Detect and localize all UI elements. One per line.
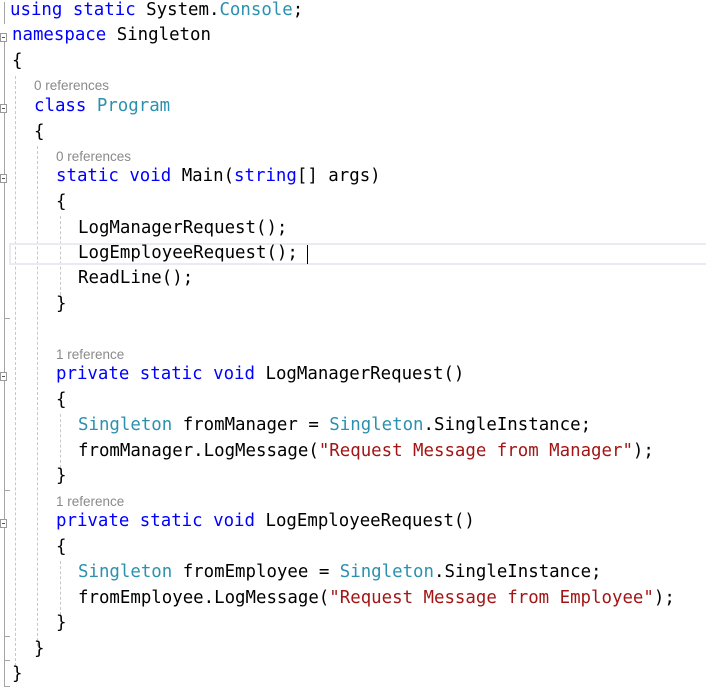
codelens-references[interactable]: 1 reference [56,494,124,509]
brace: } [56,466,67,486]
collapse-main-icon[interactable] [0,174,7,183]
keyword: static [139,364,203,384]
codelens-references[interactable]: 1 reference [56,347,124,362]
code-line-brace[interactable]: } [56,294,706,314]
code-line-assignment[interactable]: Singleton fromManager = Singleton.Single… [78,415,706,435]
code-line-method-signature[interactable]: private static void LogManagerRequest() [56,364,706,384]
outline-bar [4,2,5,24]
string-literal: "Request Message from Manager" [318,441,633,461]
code-line-call[interactable]: fromEmployee.LogMessage("Request Message… [78,588,706,608]
params: [] args) [296,166,381,186]
namespace-name: Singleton [116,25,211,45]
outline-bar [4,42,5,686]
punct: ; [292,0,304,20]
collapse-class-icon[interactable] [0,104,7,113]
class-name: Program [96,96,171,116]
outline-end [4,490,10,491]
brace: } [12,664,23,684]
brace: { [56,390,67,410]
indent-guide [60,561,61,615]
keyword: using [10,0,63,20]
code-line-call[interactable]: LogManagerRequest(); [78,218,706,238]
type-name: Singleton [339,562,434,582]
method-call: fromEmployee.LogMessage( [78,588,330,608]
code-line-class[interactable]: class Program [34,96,706,116]
statement: LogManagerRequest(); [78,218,288,238]
brace: { [12,51,23,71]
keyword: string [234,166,297,186]
member-access: .SingleInstance; [434,562,602,582]
type-name: Console [219,0,293,20]
namespace-text: System. [146,0,220,20]
brace: { [56,192,67,212]
code-line-brace[interactable]: } [56,613,706,633]
statement: LogEmployeeRequest(); [78,243,298,263]
brace: } [34,639,45,659]
method-name: LogEmployeeRequest() [265,511,475,531]
outline-end [4,660,10,661]
code-line-main-signature[interactable]: static void Main(string[] args) [56,166,706,186]
code-line-call[interactable]: fromManager.LogMessage("Request Message … [78,441,706,461]
code-line-call[interactable]: ReadLine(); [78,268,706,288]
code-line-call[interactable]: LogEmployeeRequest(); [78,243,706,263]
keyword: class [34,96,87,116]
code-line-brace[interactable]: { [56,537,706,557]
member-access: .SingleInstance; [423,415,592,435]
code-line-brace[interactable]: } [56,466,706,486]
collapse-namespace-icon[interactable] [0,33,7,42]
code-line-brace[interactable]: { [34,122,706,142]
outline-end [4,318,10,319]
variable: fromManager = [172,415,330,435]
statement: ReadLine(); [78,268,194,288]
outline-end [4,636,10,637]
code-line-brace[interactable]: { [56,192,706,212]
code-line-brace[interactable]: { [56,390,706,410]
keyword: void [213,364,255,384]
indent-guide [37,146,38,646]
brace: { [34,122,45,142]
punct: ); [632,441,654,461]
codelens-references[interactable]: 0 references [34,78,109,93]
method-name: Main( [181,166,235,186]
method-call: fromManager.LogMessage( [78,441,319,461]
keyword: void [213,511,255,531]
string-literal: "Request Message from Employee" [329,588,654,608]
code-line-brace[interactable]: } [34,639,706,659]
keyword: namespace [12,25,107,45]
outline-end [4,686,10,687]
keyword: void [129,166,172,186]
keyword: static [72,0,136,20]
code-line-brace[interactable]: { [12,51,706,71]
keyword: private [56,511,130,531]
keyword: static [139,511,203,531]
indent-guide [60,414,61,468]
codelens-references[interactable]: 0 references [56,149,131,164]
brace: } [56,613,67,633]
code-line-brace[interactable]: } [12,664,706,684]
brace: } [56,294,67,314]
code-line-using[interactable]: using static System.Console; [10,0,706,20]
brace: { [56,537,67,557]
type-name: Singleton [78,415,173,435]
code-line-method-signature[interactable]: private static void LogEmployeeRequest() [56,511,706,531]
indent-guide [15,76,16,666]
code-line-namespace[interactable]: namespace Singleton [12,25,706,45]
collapse-logemployee-icon[interactable] [0,519,7,528]
type-name: Singleton [329,415,424,435]
type-name: Singleton [78,562,173,582]
keyword: private [56,364,130,384]
method-name: LogManagerRequest() [265,364,465,384]
variable: fromEmployee = [172,562,340,582]
code-line-assignment[interactable]: Singleton fromEmployee = Singleton.Singl… [78,562,706,582]
code-editor[interactable]: using static System.Console; namespace S… [0,0,706,691]
punct: ); [653,588,675,608]
keyword: static [56,166,119,186]
collapse-logmanager-icon[interactable] [0,372,7,381]
